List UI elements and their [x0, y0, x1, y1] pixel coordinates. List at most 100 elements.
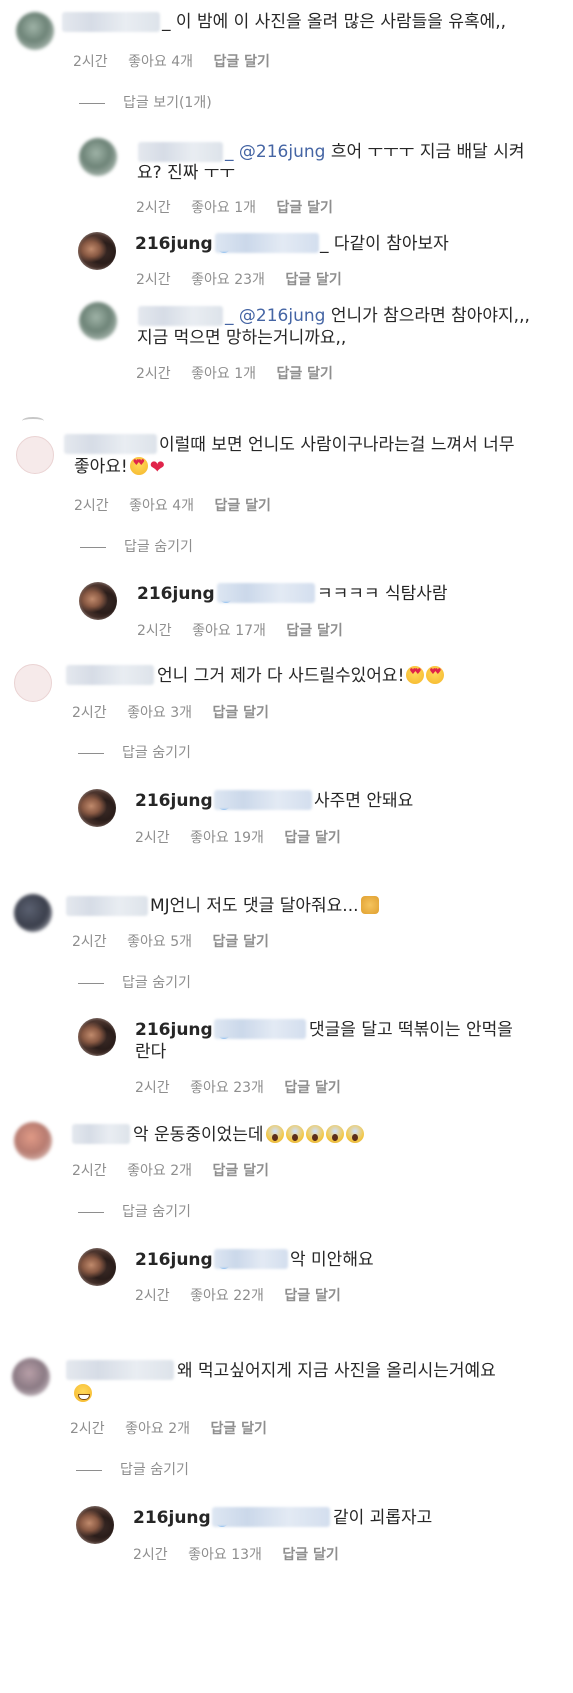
blurred-username[interactable] [138, 306, 223, 326]
blurred-mention[interactable] [214, 1249, 288, 1269]
blurred-username[interactable] [62, 12, 160, 32]
likes-count[interactable]: 좋아요 23개 [191, 272, 265, 288]
comment-text: 악 운동중이었는데 [133, 1124, 364, 1146]
blurred-username[interactable] [66, 1360, 174, 1380]
username[interactable]: 216jung [135, 234, 213, 254]
reply-text: 사주면 안돼요 [314, 791, 414, 811]
scream-emoji [265, 1125, 284, 1143]
avatar[interactable] [78, 232, 116, 270]
timestamp: 2시간 [136, 200, 171, 216]
heart-eyes-emoji [129, 457, 148, 475]
avatar[interactable] [14, 894, 52, 932]
comment-meta: 2시간 좋아요 3개 답글 달기 [72, 704, 285, 722]
avatar[interactable] [78, 1018, 116, 1056]
reply-button[interactable]: 답글 달기 [212, 934, 268, 950]
avatar[interactable] [12, 1358, 50, 1396]
reply-button[interactable]: 답글 달기 [284, 1288, 340, 1304]
comment-text-body: 언니 그거 제가 다 사드릴수있어요! [157, 666, 405, 686]
reply-button[interactable]: 답글 달기 [213, 54, 269, 70]
avatar[interactable] [78, 1248, 116, 1286]
username[interactable]: 216jung [135, 1020, 213, 1040]
toggle-label: 답글 숨기기 [122, 1204, 191, 1220]
username[interactable]: 216jung [133, 1508, 211, 1528]
avatar[interactable] [78, 789, 116, 827]
avatar[interactable] [76, 1506, 114, 1544]
reply-button[interactable]: 답글 달기 [285, 272, 341, 288]
scream-emoji [345, 1125, 364, 1143]
likes-count[interactable]: 좋아요 17개 [192, 623, 266, 639]
comment-meta: 2시간 좋아요 4개 답글 달기 [73, 53, 286, 71]
blurred-mention[interactable] [214, 1019, 306, 1039]
hide-replies-toggle[interactable]: 답글 숨기기 [76, 1461, 189, 1479]
comment-text-body: 악 운동중이었는데 [133, 1125, 264, 1145]
blurred-username[interactable] [64, 434, 157, 454]
reply-button[interactable]: 답글 달기 [214, 498, 270, 514]
username[interactable]: 216jung [135, 1250, 213, 1270]
reply-button[interactable]: 답글 달기 [212, 705, 268, 721]
toggle-label: 답글 숨기기 [122, 745, 191, 761]
blurred-username[interactable] [66, 896, 148, 916]
likes-count[interactable]: 좋아요 1개 [191, 366, 256, 382]
timestamp: 2시간 [133, 1547, 168, 1563]
blurred-mention[interactable] [212, 1507, 330, 1527]
toggle-label: 답글 숨기기 [120, 1462, 189, 1478]
likes-count[interactable]: 좋아요 4개 [129, 498, 194, 514]
avatar[interactable] [16, 436, 54, 474]
reply-button[interactable]: 답글 달기 [286, 623, 342, 639]
likes-count[interactable]: 좋아요 19개 [190, 830, 264, 846]
reply-button[interactable]: 답글 달기 [276, 200, 332, 216]
reply-button[interactable]: 답글 달기 [212, 1163, 268, 1179]
avatar[interactable] [14, 1122, 52, 1160]
comment-text: _ 이 밤에 이 사진을 올려 많은 사람들을 유혹에,, [162, 12, 507, 32]
reply-button[interactable]: 답글 달기 [276, 366, 332, 382]
reply-button[interactable]: 답글 달기 [284, 830, 340, 846]
timestamp: 2시간 [136, 366, 171, 382]
blurred-username[interactable] [66, 665, 154, 685]
reply-text-line1: 언니가 참으라면 참아야지,,, [325, 306, 530, 326]
username[interactable]: 216jung [135, 791, 213, 811]
avatar[interactable] [16, 12, 54, 50]
timestamp: 2시간 [72, 1163, 107, 1179]
hide-replies-toggle[interactable]: 답글 숨기기 [78, 744, 191, 762]
likes-count[interactable]: 좋아요 3개 [127, 705, 192, 721]
likes-count[interactable]: 좋아요 2개 [125, 1421, 190, 1437]
comment-text: MJ언니 저도 댓글 달아줘요... [150, 895, 379, 917]
likes-count[interactable]: 좋아요 13개 [188, 1547, 262, 1563]
toggle-label: 답글 숨기기 [122, 975, 191, 991]
mention-link[interactable]: _ @216jung [225, 142, 325, 162]
likes-count[interactable]: 좋아요 4개 [128, 54, 193, 70]
avatar[interactable] [14, 664, 52, 702]
mention-link[interactable]: _ @216jung [225, 306, 325, 326]
reply-button[interactable]: 답글 달기 [210, 1421, 266, 1437]
comment-meta: 2시간 좋아요 5개 답글 달기 [72, 933, 285, 951]
blurred-username[interactable] [138, 142, 223, 162]
username[interactable]: 216jung [137, 584, 215, 604]
hide-replies-toggle[interactable]: 답글 숨기기 [78, 974, 191, 992]
toggle-label: 답글 보기(1개) [123, 95, 212, 111]
likes-count[interactable]: 좋아요 5개 [127, 934, 192, 950]
blurred-mention[interactable] [217, 583, 315, 603]
comment-text: 왜 먹고싶어지게 지금 사진을 올리시는거예요 [177, 1361, 496, 1381]
reply-text: _ @216jung 언니가 참으라면 참아야지,,, [225, 305, 530, 327]
timestamp: 2시간 [72, 705, 107, 721]
blurred-username[interactable] [72, 1124, 130, 1144]
avatar[interactable] [79, 302, 117, 340]
likes-count[interactable]: 좋아요 23개 [190, 1080, 264, 1096]
blurred-mention[interactable] [214, 790, 312, 810]
avatar[interactable] [79, 138, 117, 176]
comment-text: 이럴때 보면 언니도 사람이구나라는걸 느껴서 너무 [159, 435, 515, 455]
reply-button[interactable]: 답글 달기 [282, 1547, 338, 1563]
blurred-mention[interactable] [215, 233, 319, 253]
likes-count[interactable]: 좋아요 22개 [190, 1288, 264, 1304]
hide-replies-toggle[interactable]: 답글 숨기기 [78, 1203, 191, 1221]
view-replies-toggle[interactable]: 답글 보기(1개) [79, 94, 212, 112]
reply-button[interactable]: 답글 달기 [284, 1080, 340, 1096]
hide-replies-toggle[interactable]: 답글 숨기기 [80, 538, 193, 556]
likes-count[interactable]: 좋아요 2개 [127, 1163, 192, 1179]
avatar[interactable] [79, 582, 117, 620]
reply-meta: 2시간 좋아요 13개 답글 달기 [133, 1546, 355, 1564]
scream-emoji [325, 1125, 344, 1143]
reply-text: _ 다같이 참아보자 [320, 234, 449, 254]
timestamp: 2시간 [137, 623, 172, 639]
likes-count[interactable]: 좋아요 1개 [191, 200, 256, 216]
